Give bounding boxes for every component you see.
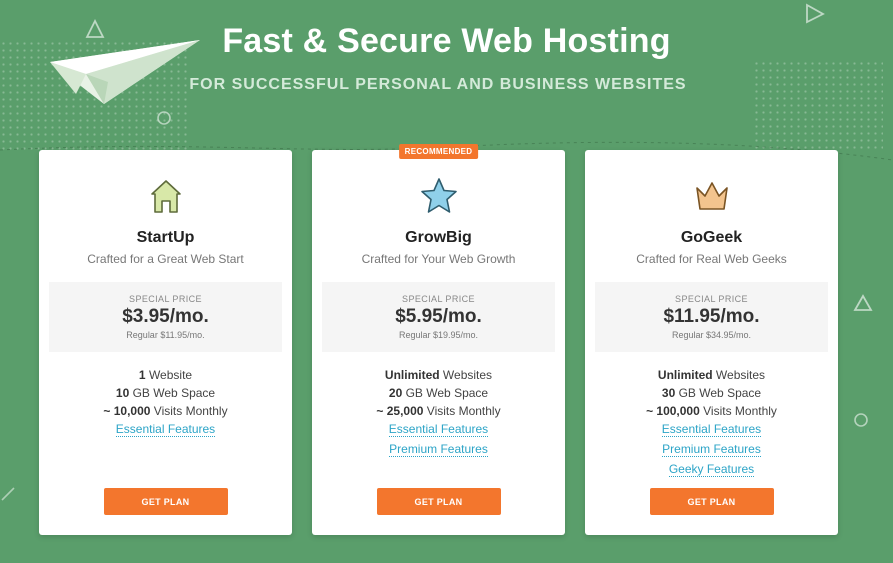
get-plan-button[interactable]: GET PLAN: [103, 488, 228, 515]
feature-item: ~ 25,000 Visits Monthly: [376, 404, 501, 418]
special-price-label: SPECIAL PRICE: [675, 294, 748, 304]
essential-features-link[interactable]: Essential Features: [388, 422, 489, 437]
feature-list: Unlimited Websites 30 GB Web Space ~ 100…: [585, 366, 838, 480]
feature-item: 1 Website: [138, 368, 193, 382]
plan-name: GoGeek: [680, 229, 743, 246]
feature-item: 20 GB Web Space: [388, 386, 489, 400]
recommended-badge: RECOMMENDED: [398, 144, 479, 159]
plan-tagline: Crafted for a Great Web Start: [87, 252, 244, 266]
price-box: SPECIAL PRICE $5.95/mo. Regular $19.95/m…: [322, 282, 555, 352]
price-box: SPECIAL PRICE $11.95/mo. Regular $34.95/…: [595, 282, 828, 352]
premium-features-link[interactable]: Premium Features: [662, 442, 761, 457]
plan-tagline: Crafted for Your Web Growth: [361, 252, 516, 266]
regular-price: Regular $11.95/mo.: [126, 330, 205, 340]
plan-card-gogeek: GoGeek Crafted for Real Web Geeks SPECIA…: [585, 150, 838, 535]
line-decoration-icon: [1, 487, 15, 501]
house-icon: [150, 180, 181, 213]
feature-list: 1 Website 10 GB Web Space ~ 10,000 Visit…: [39, 366, 292, 440]
plan-card-growbig: RECOMMENDED GrowBig Crafted for Your Web…: [312, 144, 565, 535]
feature-item: ~ 10,000 Visits Monthly: [103, 404, 228, 418]
feature-item: Unlimited Websites: [657, 368, 766, 382]
background-dots: [753, 60, 883, 150]
regular-price: Regular $34.95/mo.: [671, 330, 752, 340]
get-plan-button[interactable]: GET PLAN: [376, 488, 501, 515]
plan-name: StartUp: [136, 229, 195, 246]
price-value: $11.95/mo.: [663, 306, 760, 327]
hero-title: Fast & Secure Web Hosting: [222, 22, 671, 60]
essential-features-link[interactable]: Essential Features: [115, 422, 216, 437]
crown-icon: [695, 182, 728, 210]
essential-features-link[interactable]: Essential Features: [661, 422, 762, 437]
premium-features-link[interactable]: Premium Features: [389, 442, 488, 457]
regular-price: Regular $19.95/mo.: [398, 330, 479, 340]
get-plan-button[interactable]: GET PLAN: [649, 488, 774, 515]
plan-tagline: Crafted for Real Web Geeks: [636, 252, 787, 266]
price-value: $3.95/mo.: [122, 306, 209, 327]
triangle-decoration-icon: [853, 294, 873, 311]
hero-subtitle: FOR SUCCESSFUL PERSONAL AND BUSINESS WEB…: [189, 76, 687, 93]
circle-decoration-icon: [854, 413, 868, 427]
price-value: $5.95/mo.: [395, 306, 482, 327]
price-box: SPECIAL PRICE $3.95/mo. Regular $11.95/m…: [49, 282, 282, 352]
feature-list: Unlimited Websites 20 GB Web Space ~ 25,…: [312, 366, 565, 460]
feature-item: 30 GB Web Space: [661, 386, 762, 400]
plan-card-startup: StartUp Crafted for a Great Web Start SP…: [39, 150, 292, 535]
feature-item: ~ 100,000 Visits Monthly: [646, 404, 777, 418]
feature-item: 10 GB Web Space: [115, 386, 216, 400]
plan-name: GrowBig: [405, 229, 472, 246]
feature-item: Unlimited Websites: [384, 368, 493, 382]
star-icon: [420, 178, 457, 213]
special-price-label: SPECIAL PRICE: [129, 294, 202, 304]
geeky-features-link[interactable]: Geeky Features: [668, 462, 755, 477]
special-price-label: SPECIAL PRICE: [402, 294, 475, 304]
